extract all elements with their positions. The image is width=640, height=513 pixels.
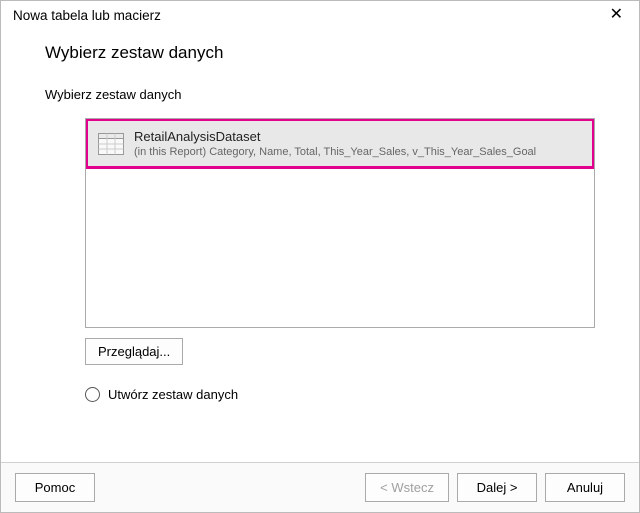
dataset-fields: (in this Report) Category, Name, Total, … [134,146,536,158]
dialog-content: Wybierz zestaw danych Wybierz zestaw dan… [1,27,639,462]
footer-left: Pomoc [15,473,95,502]
selected-highlight: RetailAnalysisDataset (in this Report) C… [85,118,595,169]
page-heading: Wybierz zestaw danych [45,43,595,63]
next-button[interactable]: Dalej > [457,473,537,502]
dataset-list[interactable]: RetailAnalysisDataset (in this Report) C… [85,118,595,328]
browse-button[interactable]: Przeglądaj... [85,338,183,365]
dataset-text: RetailAnalysisDataset (in this Report) C… [134,129,536,158]
table-icon [98,133,124,155]
cancel-button[interactable]: Anuluj [545,473,625,502]
dataset-item[interactable]: RetailAnalysisDataset (in this Report) C… [88,121,592,166]
dialog-window: Nowa tabela lub macierz ✕ Wybierz zestaw… [0,0,640,513]
dialog-footer: Pomoc < Wstecz Dalej > Anuluj [1,462,639,512]
window-title: Nowa tabela lub macierz [13,8,161,23]
dataset-name: RetailAnalysisDataset [134,129,536,144]
footer-right: < Wstecz Dalej > Anuluj [365,473,625,502]
titlebar: Nowa tabela lub macierz ✕ [1,1,639,27]
create-dataset-option[interactable]: Utwórz zestaw danych [85,387,595,402]
close-icon[interactable]: ✕ [604,7,629,23]
radio-icon[interactable] [85,387,100,402]
dataset-area: RetailAnalysisDataset (in this Report) C… [85,118,595,365]
help-button[interactable]: Pomoc [15,473,95,502]
section-label: Wybierz zestaw danych [45,87,595,102]
back-button: < Wstecz [365,473,449,502]
create-dataset-label: Utwórz zestaw danych [108,387,238,402]
